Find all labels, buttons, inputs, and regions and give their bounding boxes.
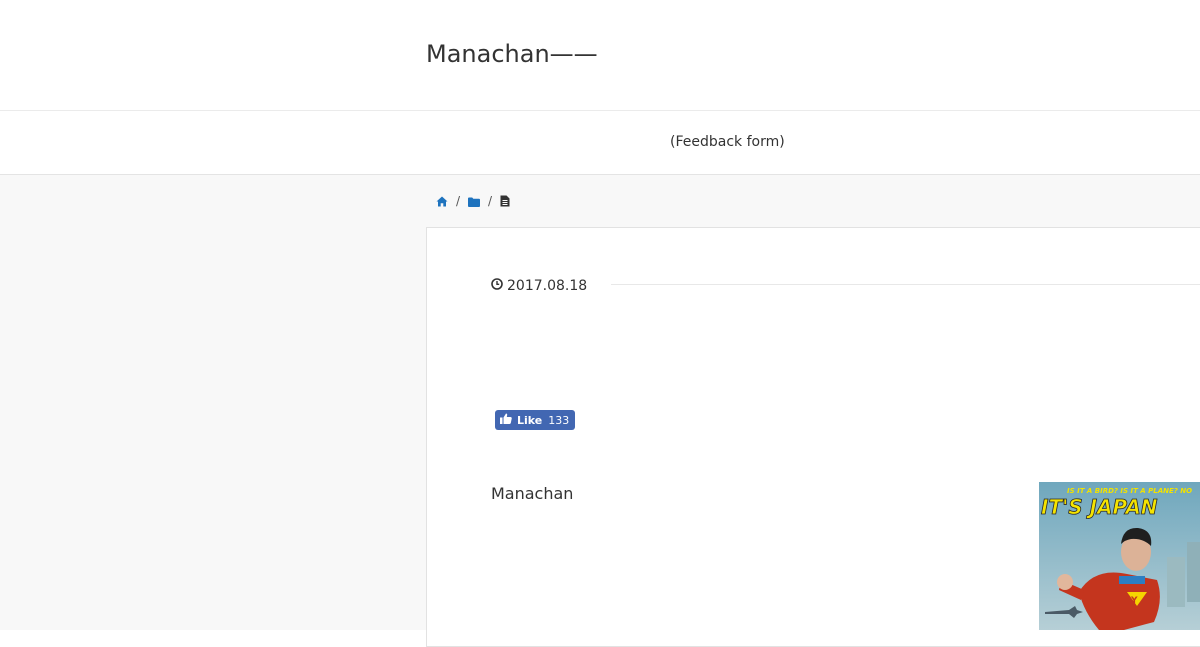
- global-nav: (Feedback form): [0, 111, 1200, 175]
- date-divider: [611, 284, 1200, 285]
- ad-banner[interactable]: IS IT A BIRD? IS IT A PLANE? NO IT'S JAP…: [1039, 482, 1200, 630]
- site-title[interactable]: Manachan——: [426, 38, 598, 70]
- home-icon[interactable]: [436, 192, 448, 211]
- feedback-form-link[interactable]: (Feedback form): [670, 132, 785, 152]
- like-label: Like: [517, 413, 543, 427]
- document-icon: [500, 192, 510, 211]
- ad-headline: IT'S JAPAN: [1041, 495, 1158, 519]
- content-area: / / 2017.08.18 Like 133 Manachan: [0, 175, 1200, 647]
- site-header: Manachan——: [0, 0, 1200, 111]
- facebook-like-button[interactable]: Like 133: [495, 410, 576, 430]
- thumbs-up-icon: [500, 413, 512, 427]
- ad-top-text: IS IT A BIRD? IS IT A PLANE? NO: [1067, 487, 1192, 495]
- clock-icon: [491, 277, 503, 295]
- post-date-text: 2017.08.18: [507, 278, 588, 294]
- post-date: 2017.08.18: [491, 277, 587, 295]
- like-count: 133: [548, 413, 570, 427]
- breadcrumb-separator: /: [488, 194, 493, 208]
- folder-icon[interactable]: [468, 192, 481, 211]
- svg-text:Y: Y: [1130, 596, 1138, 606]
- breadcrumb-separator: /: [456, 194, 461, 208]
- breadcrumb: / /: [436, 194, 510, 208]
- author-name: Manachan: [491, 484, 574, 503]
